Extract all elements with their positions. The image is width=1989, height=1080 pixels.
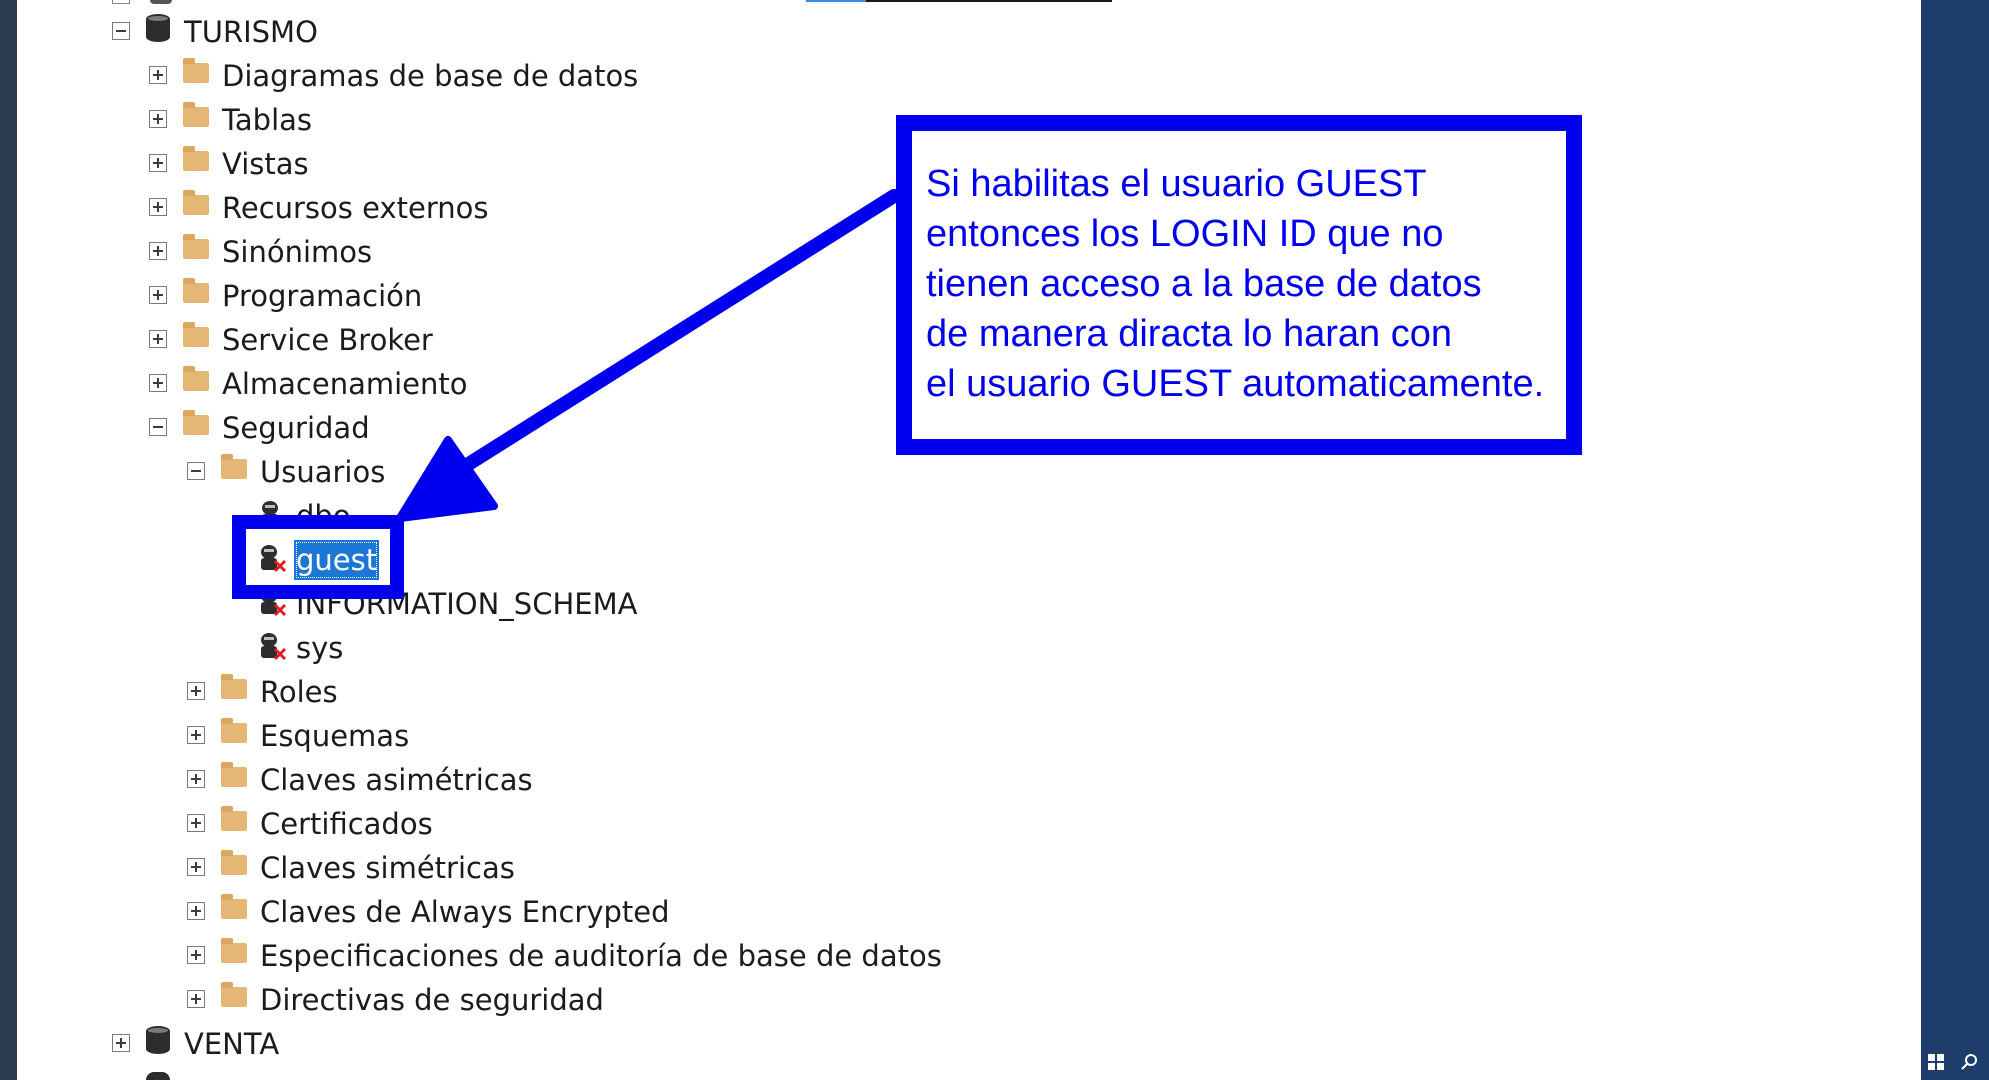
search-icon[interactable] (1961, 1053, 1979, 1071)
annotation-callout: Si habilitas el usuario GUEST entonces l… (896, 115, 1582, 455)
annotation-text: Si habilitas el usuario GUEST entonces l… (926, 163, 1545, 405)
windows-icon[interactable] (1928, 1054, 1944, 1070)
